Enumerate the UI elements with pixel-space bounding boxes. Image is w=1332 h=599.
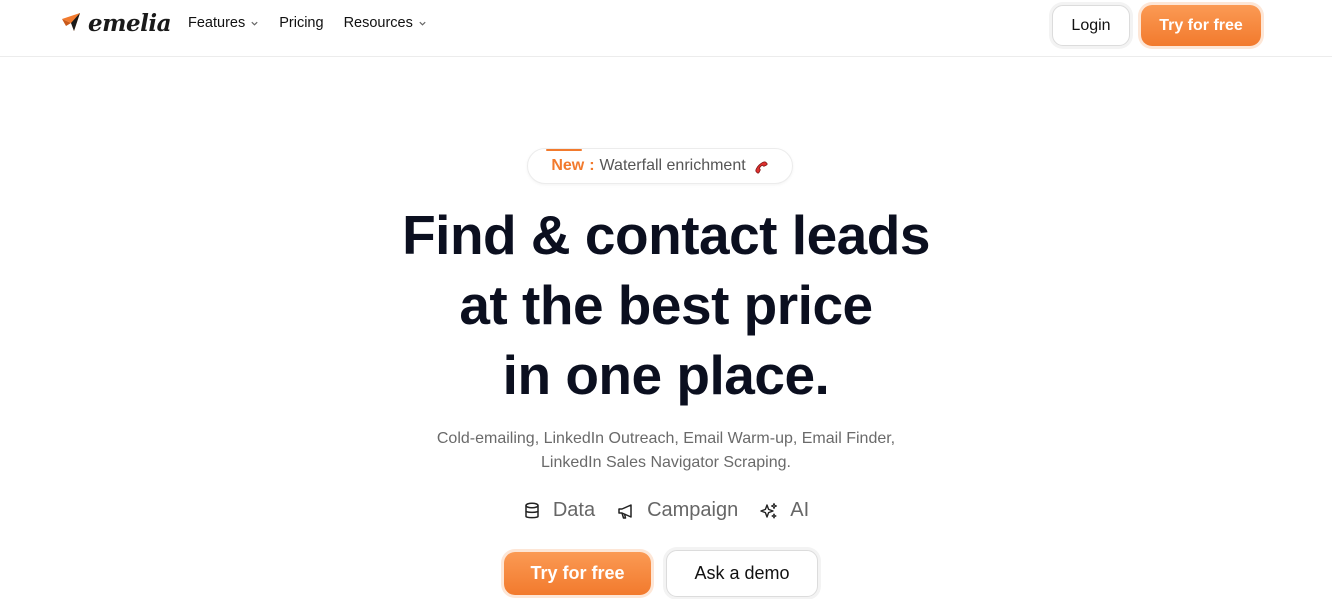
- nav-item-resources[interactable]: Resources: [344, 15, 427, 31]
- badge-text: Waterfall enrichment: [599, 157, 746, 174]
- sparkles-icon: [760, 502, 778, 519]
- try-for-free-button[interactable]: Try for free: [1141, 5, 1261, 46]
- logo-mark-icon: [62, 13, 80, 31]
- badge-new-label: New: [551, 157, 585, 174]
- hero-headline: Find & contact leads at the best price i…: [316, 200, 1016, 410]
- headline-line: Find & contact leads: [402, 204, 930, 266]
- headline-line: in one place.: [502, 344, 830, 406]
- cta-ask-demo-button[interactable]: Ask a demo: [666, 550, 818, 597]
- hero-subtitle: Cold-emailing, LinkedIn Outreach, Email …: [436, 430, 896, 471]
- pillar-ai: AI: [760, 499, 809, 522]
- nav-item-label: Features: [188, 15, 246, 31]
- logo-text: emelia: [88, 9, 171, 37]
- pillar-label: Campaign: [647, 499, 739, 521]
- pillar-data: Data: [523, 499, 595, 522]
- chevron-down-icon: [419, 21, 426, 26]
- main-nav: Features Pricing Resources: [188, 15, 427, 31]
- nav-item-label: Resources: [343, 15, 413, 31]
- announcement-badge[interactable]: New : Waterfall enrichment: [527, 148, 793, 184]
- nav-item-label: Pricing: [279, 15, 324, 31]
- database-icon: [525, 501, 539, 518]
- headline-line: at the best price: [459, 274, 873, 336]
- feature-pillars: Data Campaign AI: [500, 499, 832, 522]
- pillar-label: Data: [552, 499, 596, 521]
- badge-separator: :: [589, 157, 595, 174]
- nav-item-features[interactable]: Features: [188, 15, 259, 31]
- emelia-logo[interactable]: emelia: [60, 8, 171, 38]
- top-navbar: emelia Features Pricing Resources Login …: [0, 0, 1332, 57]
- pillar-label: AI: [790, 499, 810, 521]
- phone-icon: [755, 161, 768, 174]
- cta-try-for-free-button[interactable]: Try for free: [504, 552, 651, 595]
- chevron-down-icon: [251, 21, 258, 26]
- pillar-campaign: Campaign: [617, 499, 738, 522]
- megaphone-icon: [618, 503, 632, 519]
- nav-item-pricing[interactable]: Pricing: [279, 15, 323, 31]
- login-button[interactable]: Login: [1052, 5, 1130, 46]
